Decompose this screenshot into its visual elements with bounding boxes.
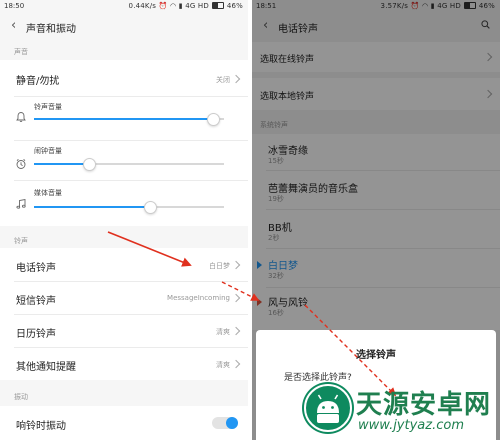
watermark-url: www.jytyaz.com: [358, 418, 464, 433]
network-speed: 0.44K/s: [128, 2, 157, 10]
alarm-volume-label: 闹钟音量: [34, 147, 62, 155]
alarm-volume-slider[interactable]: [34, 158, 224, 171]
calendar-ringtone-value: 清爽: [216, 328, 230, 336]
sound-card: 静音/勿扰 关闭 铃声音量 闹钟音量 媒体音量: [0, 60, 248, 226]
alarm-volume-row: 闹钟音量: [0, 144, 248, 184]
wifi-icon: ◠: [169, 2, 177, 10]
dnd-label: 静音/勿扰: [16, 76, 60, 87]
divider: [14, 140, 248, 141]
chevron-right-icon: [231, 74, 241, 84]
phone-ringtone-row[interactable]: 电话铃声 白日梦: [0, 248, 248, 281]
dnd-row[interactable]: 静音/勿扰 关闭: [0, 60, 248, 96]
toggle-knob: [226, 417, 238, 429]
media-volume-label: 媒体音量: [34, 189, 62, 197]
notification-ringtone-label: 其他通知提醒: [16, 362, 76, 373]
music-note-icon: [16, 198, 26, 209]
android-logo-icon: [302, 382, 354, 434]
chevron-right-icon: [231, 260, 241, 270]
slider-fill: [34, 206, 150, 208]
slider-thumb[interactable]: [143, 201, 157, 214]
phone-ringtone-screen: 18:51 3.57K/s ⏰ ◠ ▮ 4G HD 46% ‹ 电话铃声 选取在…: [252, 0, 500, 440]
chevron-right-icon: [231, 293, 241, 303]
slider-thumb[interactable]: [206, 113, 220, 126]
slider-fill: [34, 163, 90, 165]
calendar-ringtone-label: 日历铃声: [16, 329, 56, 340]
divider: [14, 96, 248, 97]
network-type: 4G HD: [185, 2, 209, 10]
phone-ringtone-value: 白日梦: [209, 262, 230, 270]
ring-volume-slider[interactable]: [34, 113, 224, 126]
dnd-value: 关闭: [216, 76, 230, 84]
battery-icon: [212, 2, 225, 9]
alarm-clock-icon: [16, 159, 26, 169]
calendar-ringtone-row[interactable]: 日历铃声 清爽: [0, 314, 248, 347]
vibrate-card: 响铃时振动: [0, 406, 248, 440]
watermark-title: 天源安卓网: [356, 390, 492, 420]
dialog-title: 选择铃声: [356, 350, 396, 361]
sms-ringtone-label: 短信铃声: [16, 296, 56, 307]
page-title: 声音和振动: [26, 24, 76, 35]
site-watermark: 天源安卓网 www.jytyaz.com: [302, 382, 500, 440]
ring-volume-label: 铃声音量: [34, 103, 62, 111]
bell-icon: [16, 112, 26, 123]
chevron-right-icon: [231, 359, 241, 369]
vibrate-on-ring-toggle[interactable]: [212, 417, 238, 429]
phone-ringtone-label: 电话铃声: [16, 263, 56, 274]
media-volume-slider[interactable]: [34, 201, 224, 214]
sms-ringtone-row[interactable]: 短信铃声 MessageIncoming: [0, 281, 248, 314]
status-bar: 18:50 0.44K/s ⏰ ◠ ▮ 4G HD 46%: [0, 0, 248, 12]
signal-icon: ▮: [178, 2, 183, 10]
section-label-vibrate: 振动: [14, 393, 28, 401]
slider-thumb[interactable]: [83, 158, 97, 171]
ring-volume-row: 铃声音量: [0, 98, 248, 138]
divider: [14, 180, 248, 181]
section-label-sound: 声音: [14, 48, 28, 56]
back-arrow-icon[interactable]: ‹: [11, 18, 16, 33]
slider-fill: [34, 118, 213, 120]
sound-settings-screen: 18:50 0.44K/s ⏰ ◠ ▮ 4G HD 46% ‹ 声音和振动 声音…: [0, 0, 248, 440]
ringtone-card: 电话铃声 白日梦 短信铃声 MessageIncoming 日历铃声 清爽 其他…: [0, 248, 248, 380]
media-volume-row: 媒体音量: [0, 186, 248, 226]
status-indicators: 0.44K/s ⏰ ◠ ▮ 4G HD 46%: [129, 2, 243, 10]
battery-level: 46%: [226, 2, 243, 10]
chevron-right-icon: [231, 326, 241, 336]
alarm-icon: ⏰: [158, 2, 168, 10]
vibrate-on-ring-label: 响铃时振动: [16, 421, 66, 432]
title-bar: ‹ 声音和振动: [0, 12, 248, 40]
status-time: 18:50: [4, 2, 25, 10]
sms-ringtone-value: MessageIncoming: [167, 294, 230, 302]
section-label-ringtone: 铃声: [14, 237, 28, 245]
vibrate-on-ring-row[interactable]: 响铃时振动: [0, 406, 248, 440]
notification-ringtone-value: 清爽: [216, 361, 230, 369]
notification-ringtone-row[interactable]: 其他通知提醒 清爽: [0, 347, 248, 380]
